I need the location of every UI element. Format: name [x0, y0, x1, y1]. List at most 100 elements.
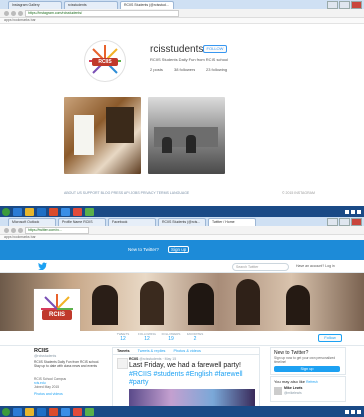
instagram-follow-button[interactable]: FOLLOW: [203, 45, 227, 53]
stat-tweets-value: 12: [120, 336, 126, 342]
instagram-photo-1[interactable]: [64, 97, 141, 174]
bottom-taskbar: [0, 406, 364, 417]
twitter-photos-link[interactable]: Photos and videos: [34, 392, 104, 396]
stat-following-value: 12: [144, 336, 150, 342]
tweet-hashtags[interactable]: #RCIIS #students #English #farewell #par…: [129, 371, 255, 387]
stat-followers-value: 19: [168, 336, 174, 342]
signup-panel: New to Twitter? Sign up now to get your …: [270, 347, 346, 375]
start-button-icon[interactable]: [2, 207, 10, 216]
skype-icon[interactable]: [61, 407, 70, 416]
stat-favorites-value: 2: [193, 336, 197, 342]
tweet-text: Last Friday, we had a farewell party!: [129, 362, 241, 369]
minimize-icon[interactable]: [327, 218, 338, 226]
stat-tweets[interactable]: TWEETS 12: [112, 332, 134, 342]
twitter-bird-icon[interactable]: [38, 262, 47, 270]
top-address-bar: https://instagram.com/rcisstudents/: [0, 9, 364, 18]
top-tab-3[interactable]: RCIIS Students (@rcisstud...: [120, 1, 174, 9]
twitter-profile-card: RCIIS @rcisstudents RCIIS Students Daily…: [34, 348, 104, 396]
skype-icon[interactable]: [61, 207, 70, 216]
instagram-followers-count[interactable]: 38 followers: [174, 67, 195, 72]
twitter-timeline: Tweets Tweets & replies Photos & videos …: [112, 347, 260, 406]
stat-favorites[interactable]: FAVORITES 2: [184, 332, 206, 342]
bottom-tab-4[interactable]: RCIIS Students (@rcis...: [158, 218, 206, 226]
word-icon[interactable]: [37, 407, 46, 416]
back-icon[interactable]: [4, 10, 9, 16]
minimize-icon[interactable]: [327, 1, 338, 9]
signup-panel-button[interactable]: Sign up: [274, 366, 340, 372]
twitter-top-nav: Search Twitter Have an account? Log in: [0, 260, 364, 273]
close-icon[interactable]: [351, 218, 362, 226]
folder-icon[interactable]: [25, 207, 34, 216]
forward-icon[interactable]: [11, 10, 16, 16]
twitter-profile-joined: Joined May 2015: [34, 385, 60, 389]
twitter-follow-button[interactable]: Follow: [318, 334, 342, 342]
top-tab-1[interactable]: Instagram Gallery: [8, 1, 62, 9]
twitter-signup-strip: New to Twitter? Sign up: [0, 240, 364, 260]
ie-icon[interactable]: [13, 407, 22, 416]
bottom-tab-2[interactable]: Profile Name RCIIS: [58, 218, 106, 226]
powerpoint-icon[interactable]: [49, 207, 58, 216]
system-tray: [345, 409, 364, 414]
tweet-handle-date: @rcisstudents · May 15: [139, 357, 177, 361]
bottom-tab-3[interactable]: Facebook: [108, 218, 156, 226]
tweet-photo[interactable]: [129, 389, 255, 406]
twitter-stats-bar: TWEETS 12 FOLLOWING 12 FOLLOWERS 19 FAVO…: [0, 331, 364, 346]
tweet-meta: RCIIS @rcisstudents · May 15: [129, 357, 176, 361]
twitter-logo-text: RCIIS: [48, 312, 65, 318]
start-button-icon[interactable]: [2, 407, 10, 416]
tweet-author[interactable]: RCIIS: [129, 357, 138, 361]
folder-icon[interactable]: [25, 407, 34, 416]
have-account-link[interactable]: Have an account? Log in: [296, 264, 335, 269]
suggested-user-avatar[interactable]: [274, 387, 282, 395]
bottom-tab-1[interactable]: Microsoft Outlook: [8, 218, 56, 226]
top-tab-bar: Instagram Gallery rcisstudents RCIIS Stu…: [0, 0, 364, 9]
instagram-username: rcisstudents: [150, 44, 204, 55]
suggestions-refresh-link[interactable]: Refresh: [306, 380, 318, 384]
bottom-url-input[interactable]: https://twitter.com/rc...: [25, 226, 89, 234]
instagram-footer-copyright: © 2015 INSTAGRAM: [282, 191, 315, 195]
top-window-controls: [327, 1, 362, 9]
suggested-user-handle: @mikelewis: [284, 391, 302, 395]
app-icon[interactable]: [85, 207, 94, 216]
suggestions-title: You may also like Refresh: [271, 377, 345, 384]
bottom-tab-bar: Microsoft Outlook Profile Name RCIIS Fac…: [0, 217, 364, 226]
signup-panel-title: New to Twitter?: [274, 350, 309, 356]
top-tab-2[interactable]: rcisstudents: [64, 1, 118, 9]
suggested-user-name[interactable]: Mike Lewis: [284, 386, 302, 390]
top-browser-window: Instagram Gallery rcisstudents RCIIS Stu…: [0, 0, 364, 206]
maximize-icon[interactable]: [339, 218, 350, 226]
instagram-following-count[interactable]: 23 following: [206, 67, 227, 72]
top-bookmarks-bar: apps bookmarks bar: [0, 18, 364, 24]
timeline-tabs: Tweets Tweets & replies Photos & videos: [113, 348, 259, 355]
back-icon[interactable]: [4, 227, 9, 233]
chrome-icon[interactable]: [73, 207, 82, 216]
tab-tweets-replies[interactable]: Tweets & replies: [138, 349, 166, 353]
reload-icon[interactable]: [18, 10, 23, 16]
signup-panel-desc: Sign up now to get your own personalized…: [274, 356, 336, 364]
tab-tweets[interactable]: Tweets: [117, 349, 130, 353]
instagram-avatar: RCIIS: [84, 40, 126, 82]
tweet-avatar[interactable]: [117, 358, 128, 369]
bottom-tab-5[interactable]: Twitter / Home: [208, 218, 256, 226]
twitter-search-input[interactable]: Search Twitter: [232, 263, 289, 271]
forward-icon[interactable]: [11, 227, 16, 233]
signup-strip-button[interactable]: Sign up: [168, 246, 190, 253]
stat-following[interactable]: FOLLOWING 12: [136, 332, 158, 342]
chrome-icon[interactable]: [73, 407, 82, 416]
twitter-avatar[interactable]: RCIIS: [34, 289, 80, 335]
powerpoint-icon[interactable]: [49, 407, 58, 416]
instagram-photo-2[interactable]: [148, 97, 225, 174]
suggestions-title-text: You may also like: [274, 379, 305, 384]
instagram-footer-links[interactable]: ABOUT US SUPPORT BLOG PRESS API JOBS PRI…: [64, 191, 189, 196]
top-url-input[interactable]: https://instagram.com/rcisstudents/: [25, 9, 179, 17]
stat-followers[interactable]: FOLLOWERS 19: [160, 332, 182, 342]
maximize-icon[interactable]: [339, 1, 350, 9]
ie-icon[interactable]: [13, 207, 22, 216]
tab-photos-videos[interactable]: Photos & videos: [173, 349, 200, 353]
close-icon[interactable]: [351, 1, 362, 9]
suggestions-panel: You may also like Refresh Mike Lewis @mi…: [270, 376, 346, 402]
reload-icon[interactable]: [18, 227, 23, 233]
system-tray: [345, 209, 364, 214]
app-icon[interactable]: [85, 407, 94, 416]
word-icon[interactable]: [37, 207, 46, 216]
